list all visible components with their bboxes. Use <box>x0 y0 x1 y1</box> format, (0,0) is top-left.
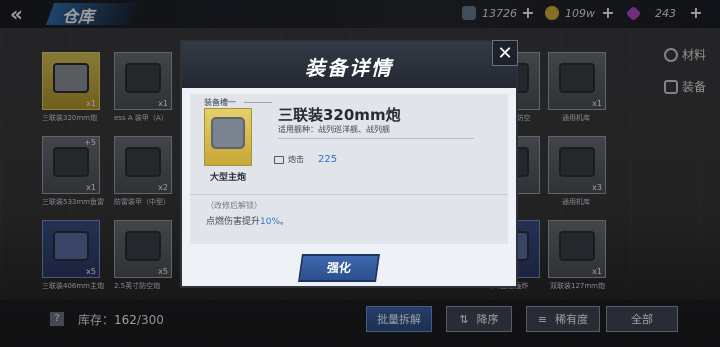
close-button[interactable]: ✕ <box>492 40 518 66</box>
firepower-icon <box>274 155 284 164</box>
ships-label: 适用舰种： <box>278 125 318 134</box>
dialog-title: 装备详情 <box>305 56 393 80</box>
name-divider <box>278 138 474 139</box>
bonus-prefix: 点燃伤害提升 <box>206 217 261 227</box>
bonus-text: 点燃伤害提升10%。 <box>206 214 289 227</box>
bonus-suffix: 。 <box>280 217 290 227</box>
equipment-type: 大型主炮 <box>209 173 246 183</box>
equipment-name: 三联装320mm炮 <box>278 106 401 124</box>
stat-value: 225 <box>318 154 338 165</box>
applicable-ships: 适用舰种：战列巡洋舰、战列舰 <box>278 124 390 135</box>
slot-label: 装备槽一 <box>204 98 236 107</box>
equipment-detail-dialog: 装备详情 装备槽一 大型主炮 三联装320mm炮 适用舰种：战列巡洋舰、战列舰 … <box>180 40 518 288</box>
slot-divider <box>244 102 272 103</box>
equipment-card <box>204 108 252 166</box>
bonus-divider <box>190 194 508 195</box>
stat-row: 炮击 225 <box>274 154 337 165</box>
stat-label: 炮击 <box>288 155 304 164</box>
bonus-value: 10% <box>260 217 281 227</box>
turret-icon <box>211 117 245 149</box>
ships-value: 战列巡洋舰、战列舰 <box>318 125 390 134</box>
dialog-header: 装备详情 <box>182 42 516 88</box>
bonus-title: （改修后解锁） <box>206 201 262 210</box>
upgrade-button[interactable]: 强化 <box>298 254 380 282</box>
